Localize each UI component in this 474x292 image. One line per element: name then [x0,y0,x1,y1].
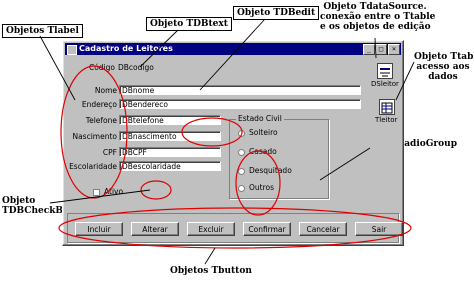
tbutton-line [204,247,216,265]
tlabel-line [39,35,76,101]
buttons-ellipse [58,207,412,249]
dbtext-ellipse [181,117,243,147]
annotation-overlay [39,18,415,265]
tdbradiogroup-line [319,147,371,181]
tdbtext-line [139,29,179,68]
tlabel-ellipse [60,65,128,199]
tdbedit-line [199,18,266,91]
checkbox-ellipse [140,180,172,200]
tdatasource-line [374,37,377,59]
tdbcheckbox-line [49,189,151,204]
ttable-line [395,61,415,101]
radiogroup-ellipse [235,150,281,216]
